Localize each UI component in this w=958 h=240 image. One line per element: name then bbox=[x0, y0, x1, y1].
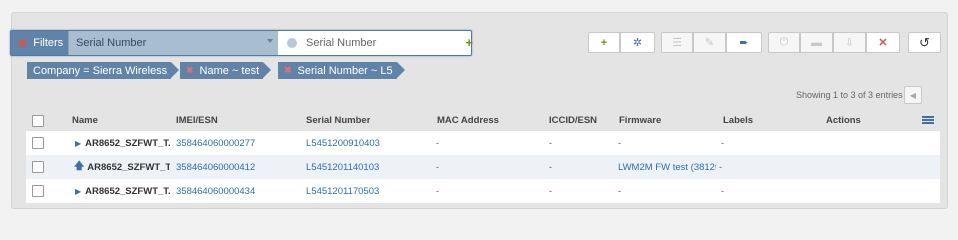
tag-button[interactable]: ➨ bbox=[726, 32, 762, 53]
filter-chip-serial[interactable]: ✖ Serial Number ~ L5 bbox=[278, 62, 405, 79]
refresh-icon: ↺ bbox=[919, 34, 930, 50]
filter-chip-label: Name ~ test bbox=[199, 64, 260, 77]
devices-table: Name IMEI/ESN Serial Number MAC Address … bbox=[26, 110, 940, 203]
iccid-value: - bbox=[549, 138, 552, 148]
add-button[interactable]: + bbox=[588, 32, 620, 53]
labels-value: - bbox=[719, 162, 722, 172]
tag-icon: ➨ bbox=[739, 37, 749, 49]
columns-icon[interactable] bbox=[922, 116, 934, 124]
serial-link[interactable]: L5451201140103 bbox=[306, 155, 379, 179]
chevron-left-icon: ◀ bbox=[909, 90, 917, 100]
filter-chip-name[interactable]: ✖ Name ~ test bbox=[180, 62, 272, 79]
filter-bar: ✖ Filters Serial Number Serial Number + bbox=[10, 30, 473, 56]
gear-icon: ✲ bbox=[632, 37, 643, 49]
device-name: AR8652_SZFWT_T... bbox=[87, 161, 170, 173]
labels-value: - bbox=[721, 138, 724, 148]
header-firmware[interactable]: Firmware bbox=[619, 110, 661, 131]
iccid-value: - bbox=[549, 162, 552, 172]
row-checkbox[interactable] bbox=[32, 161, 44, 173]
filter-value-input[interactable]: Serial Number + bbox=[279, 31, 479, 55]
header-iccid[interactable]: ICCID/ESN bbox=[549, 110, 597, 131]
previous-page-button[interactable]: ◀ bbox=[904, 86, 922, 104]
row-checkbox[interactable] bbox=[32, 185, 44, 197]
header-imei[interactable]: IMEI/ESN bbox=[176, 110, 218, 131]
imei-link[interactable]: 358464060000412 bbox=[176, 155, 255, 179]
sim-icon: ▬ bbox=[811, 36, 822, 49]
firmware-link[interactable]: LWM2M FW test (3812to bbox=[618, 155, 716, 179]
imei-link[interactable]: 358464060000277 bbox=[176, 131, 255, 155]
filters-label: Filters bbox=[33, 37, 64, 49]
header-labels[interactable]: Labels bbox=[723, 110, 753, 131]
close-icon[interactable]: ✖ bbox=[284, 65, 292, 76]
mac-value: - bbox=[436, 138, 439, 148]
chevron-down-icon bbox=[267, 39, 273, 43]
pencil-icon: ✎ bbox=[704, 37, 715, 49]
filter-chip-label: Company = Sierra Wireless bbox=[33, 64, 168, 77]
select-all-checkbox[interactable] bbox=[32, 114, 44, 127]
arrow-up-icon: 🡅 bbox=[74, 160, 85, 172]
power-icon: ⏻ bbox=[779, 36, 789, 48]
device-name: AR8652_SZFWT_T... bbox=[85, 137, 170, 149]
filter-chip-label: Serial Number ~ L5 bbox=[297, 64, 393, 77]
plus-icon[interactable]: + bbox=[465, 35, 473, 50]
filter-chip-company[interactable]: Company = Sierra Wireless bbox=[27, 62, 180, 79]
list-icon: ☰ bbox=[672, 37, 682, 49]
filter-field-select[interactable]: Serial Number bbox=[68, 31, 278, 55]
chevron-right-icon[interactable]: ▶ bbox=[75, 187, 81, 196]
operator-icon[interactable] bbox=[287, 38, 297, 48]
imei-link[interactable]: 358464060000434 bbox=[176, 179, 255, 203]
power-button[interactable]: ⏻ bbox=[768, 32, 800, 53]
serial-link[interactable]: L5451200910403 bbox=[306, 131, 380, 155]
iccid-value: - bbox=[549, 186, 552, 196]
filter-value-placeholder: Serial Number bbox=[306, 37, 377, 49]
device-name: AR8652_SZFWT_T... bbox=[85, 185, 170, 197]
header-actions: Actions bbox=[826, 115, 861, 126]
row-checkbox[interactable] bbox=[32, 137, 44, 149]
filter-field-value: Serial Number bbox=[76, 37, 147, 49]
paging-info: Showing 1 to 3 of 3 entries bbox=[796, 90, 903, 100]
table-row[interactable]: ▶ AR8652_SZFWT_T... 358464060000277 L545… bbox=[26, 131, 940, 155]
close-icon: ✕ bbox=[878, 37, 888, 49]
table-row[interactable]: ▶ AR8652_SZFWT_T... 358464060000434 L545… bbox=[26, 179, 940, 203]
table-header: Name IMEI/ESN Serial Number MAC Address … bbox=[26, 110, 940, 131]
plus-icon: + bbox=[600, 36, 608, 49]
labels-value: - bbox=[721, 186, 724, 196]
table-row[interactable]: 🡅 AR8652_SZFWT_T... 358464060000412 L545… bbox=[26, 155, 940, 179]
refresh-button[interactable]: ↺ bbox=[908, 32, 941, 53]
mac-value: - bbox=[436, 186, 439, 196]
close-icon[interactable]: ✖ bbox=[186, 65, 194, 76]
delete-button[interactable]: ✕ bbox=[866, 32, 900, 53]
firmware-value: - bbox=[618, 138, 621, 148]
sim-button[interactable]: ▬ bbox=[800, 32, 833, 53]
close-icon[interactable]: ✖ bbox=[18, 37, 27, 50]
settings-button[interactable]: ✲ bbox=[620, 32, 655, 53]
filters-toggle[interactable]: ✖ Filters bbox=[11, 31, 68, 55]
header-serial[interactable]: Serial Number bbox=[306, 110, 370, 131]
edit-button[interactable]: ✎ bbox=[693, 32, 726, 53]
mac-value: - bbox=[436, 162, 439, 172]
header-name[interactable]: Name bbox=[72, 110, 98, 131]
list-button[interactable]: ☰ bbox=[661, 32, 693, 53]
download-icon: ⇩ bbox=[844, 37, 855, 49]
download-button[interactable]: ⇩ bbox=[833, 32, 866, 53]
firmware-value: - bbox=[618, 186, 621, 196]
serial-link[interactable]: L5451201170503 bbox=[306, 179, 379, 203]
chevron-right-icon[interactable]: ▶ bbox=[75, 139, 81, 148]
header-mac[interactable]: MAC Address bbox=[437, 110, 499, 131]
